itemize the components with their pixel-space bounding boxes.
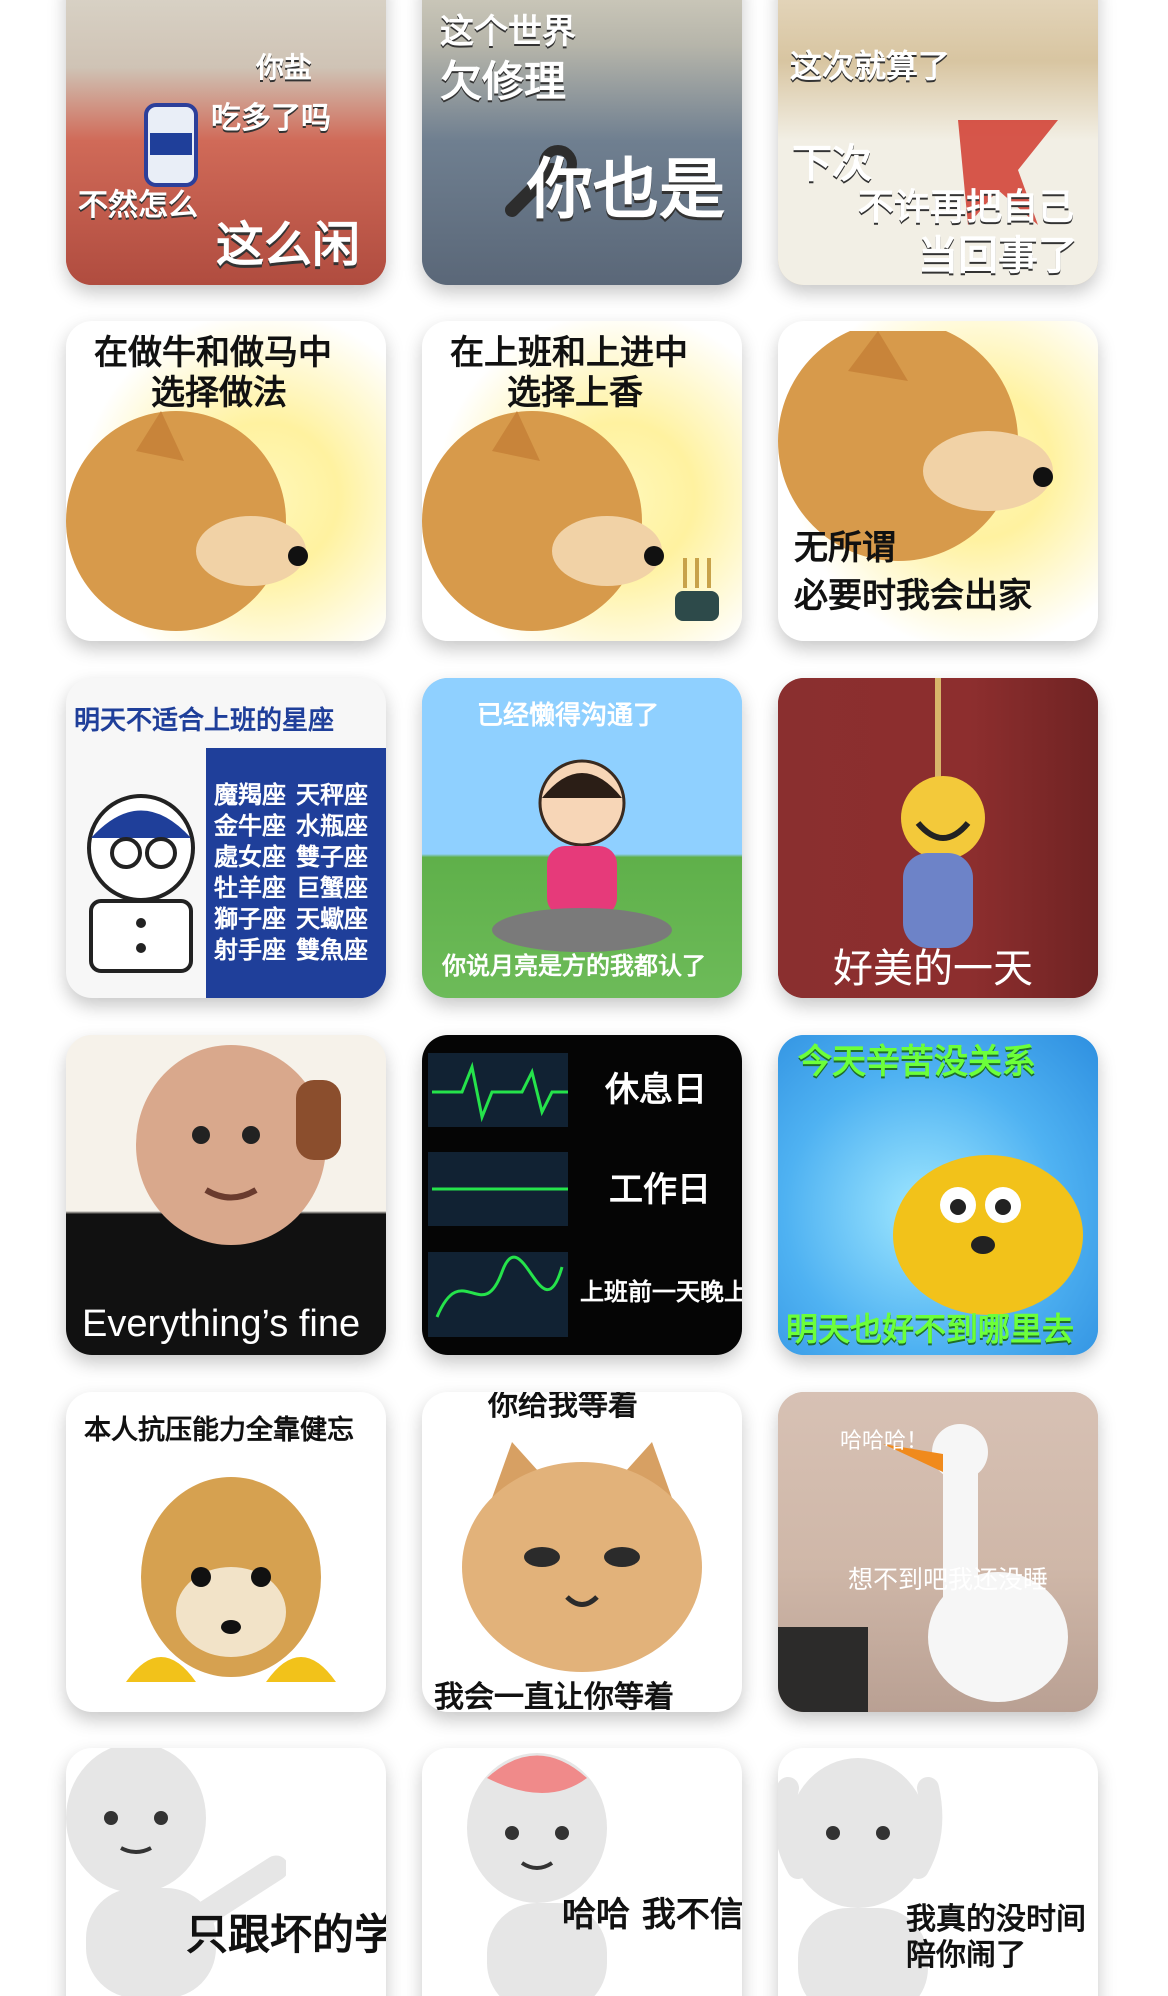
- meme-tile-cat-wait[interactable]: 你给我等着 我会一直让你等着: [422, 1392, 742, 1712]
- meme-tile-repair[interactable]: 这个世界 欠修理 你也是: [422, 0, 742, 285]
- meme-text: 这个世界: [440, 12, 576, 52]
- meme-text: 在做牛和做马中: [94, 333, 332, 373]
- zodiac-item: 天蠍座: [296, 905, 368, 933]
- meme-tile-doge-incense[interactable]: 在上班和上进中 选择上香: [422, 321, 742, 641]
- shiba-icon: [126, 1477, 336, 1682]
- zodiac-item: 獅子座: [214, 905, 286, 933]
- zodiac-item: 處女座: [214, 843, 286, 871]
- meme-text: 想不到吧我还没睡: [848, 1565, 1049, 1594]
- meme-tile-heartbeat[interactable]: 休息日 工作日 上班前一天晚上: [422, 1035, 742, 1355]
- zodiac-item: 水瓶座: [296, 812, 368, 840]
- meme-text: 欠修理: [440, 57, 567, 106]
- meme-title: 明天不适合上班的星座: [74, 706, 335, 736]
- meme-tile-meditation[interactable]: 已经懒得沟通了 你说月亮是方的我都认了: [422, 678, 742, 998]
- meme-text: 当回事了: [918, 233, 1078, 279]
- meme-tile-zodiac[interactable]: 明天不适合上班的星座 魔羯座 天秤座 金牛座 水瓶座 處女座 雙子座 牡羊座 巨…: [66, 678, 386, 998]
- zodiac-item: 巨蟹座: [296, 874, 368, 902]
- meme-text: 你说月亮是方的我都认了: [442, 952, 706, 980]
- zodiac-item: 牡羊座: [214, 874, 286, 902]
- meme-tile-doge-monk[interactable]: 无所谓 必要时我会出家: [778, 321, 1098, 641]
- zodiac-item: 天秤座: [296, 781, 368, 809]
- label: 休息日: [605, 1070, 707, 1110]
- meme-text: 哈哈 我不信: [562, 1895, 742, 1935]
- meme-tile-everythings-fine[interactable]: Everything’s fine: [66, 1035, 386, 1355]
- meme-tile-dont-believe[interactable]: 哈哈 我不信: [422, 1748, 742, 1996]
- meme-text: 吃多了吗: [211, 101, 331, 136]
- meme-tile-goose[interactable]: 哈哈哈！ 想不到吧我还没睡: [778, 1392, 1098, 1712]
- meme-text: 不许再把自己: [858, 187, 1075, 228]
- zodiac-item: 雙魚座: [296, 936, 368, 964]
- meme-text: 不然怎么: [78, 188, 198, 223]
- meditating-girl-icon: [492, 759, 672, 952]
- meme-tile-beautiful-day[interactable]: 好美的一天: [778, 678, 1098, 998]
- zodiac-item: 魔羯座: [214, 781, 286, 809]
- doge-shape-icon: [66, 411, 308, 631]
- meme-text: 我真的没时间: [906, 1902, 1086, 1937]
- meme-text: 在上班和上进中: [450, 333, 688, 373]
- meme-text: 这次就算了: [790, 47, 951, 85]
- meme-text: 无所谓: [794, 528, 896, 568]
- meme-tile-salt[interactable]: 你盐 吃多了吗 不然怎么 这么闲: [66, 0, 386, 285]
- meme-text: 下次: [792, 141, 872, 187]
- meme-text: 你也是: [527, 151, 725, 228]
- zodiac-item: 金牛座: [214, 812, 286, 840]
- meme-tile-no-time[interactable]: 我真的没时间 陪你闹了: [778, 1748, 1098, 1996]
- hanging-bear-icon: [901, 678, 985, 948]
- meme-text: 你给我等着: [488, 1392, 638, 1423]
- label: 工作日: [609, 1170, 711, 1210]
- meme-tile-forgetful-doge[interactable]: 本人抗压能力全靠健忘: [66, 1392, 386, 1712]
- yellow-dog-icon: [893, 1155, 1083, 1315]
- salt-jar-icon: [144, 103, 198, 187]
- meme-tile-learn-bad[interactable]: 只跟坏的学: [66, 1748, 386, 1996]
- meme-text: 好美的一天: [833, 946, 1033, 992]
- meme-text: 今天辛苦没关系: [798, 1042, 1036, 1082]
- dark-block: [778, 1627, 868, 1712]
- zodiac-item: 射手座: [214, 936, 286, 964]
- meme-text: 陪你闹了: [906, 1938, 1026, 1973]
- meme-text: 明天也好不到哪里去: [786, 1310, 1075, 1348]
- meme-text: 选择上香: [507, 373, 643, 413]
- incense-burner-icon: [675, 558, 719, 621]
- meme-text: 你盐: [256, 51, 313, 84]
- meme-text: 必要时我会出家: [794, 576, 1032, 616]
- meme-text: 选择做法: [151, 373, 287, 413]
- meme-tile-tomorrow[interactable]: 今天辛苦没关系 明天也好不到哪里去: [778, 1035, 1098, 1355]
- meme-text: 已经懒得沟通了: [477, 701, 660, 731]
- label: 上班前一天晚上: [580, 1278, 742, 1306]
- meme-text: 只跟坏的学: [186, 1910, 386, 1959]
- bald-man-icon: [136, 1045, 341, 1245]
- meme-text: 本人抗压能力全靠健忘: [84, 1415, 354, 1446]
- doge-shape-icon: [422, 411, 664, 631]
- meme-text: 这么闲: [216, 217, 361, 273]
- cat-face-icon: [462, 1442, 702, 1672]
- doctor-cartoon-icon: [87, 794, 195, 973]
- meme-gallery-screen: 你盐 吃多了吗 不然怎么 这么闲 这个世界 欠修理 你也是 这次就算了 下次 不…: [0, 0, 1168, 1996]
- meme-tile-doge-law[interactable]: 在做牛和做马中 选择做法: [66, 321, 386, 641]
- zodiac-item: 雙子座: [296, 843, 368, 871]
- heartbeat-monitor-icon: [428, 1053, 568, 1337]
- meme-text: 我会一直让你等着: [434, 1680, 674, 1712]
- meme-text: Everything’s fine: [82, 1303, 361, 1345]
- white-figure-icon: [467, 1753, 607, 1996]
- meme-tile-this-time[interactable]: 这次就算了 下次 不许再把自己 当回事了: [778, 0, 1098, 285]
- meme-text: 哈哈哈！: [840, 1429, 929, 1454]
